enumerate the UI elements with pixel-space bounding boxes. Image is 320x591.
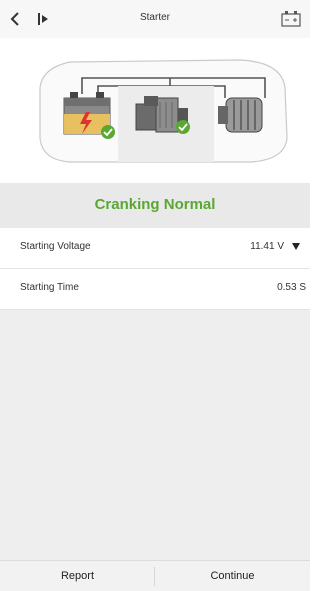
starter-check-icon: [176, 120, 190, 134]
result-value: 11.41 V: [250, 241, 284, 252]
result-value: 0.53 S: [277, 282, 306, 293]
result-label: Starting Time: [20, 282, 79, 293]
result-row-starting-time: Starting Time 0.53 S: [0, 269, 310, 310]
starter-test-screen: Starter Cranking Normal Starting Voltage…: [0, 0, 310, 591]
cranking-status-text: Cranking Normal: [94, 196, 216, 213]
footer-bar: Report Continue: [0, 560, 310, 591]
battery-button[interactable]: [280, 10, 302, 28]
continue-button[interactable]: Continue: [155, 561, 310, 591]
report-button[interactable]: Report: [0, 561, 155, 591]
status-banner: Cranking Normal: [0, 183, 310, 228]
results-list: Starting Voltage 11.41 V Starting Time 0…: [0, 228, 310, 310]
result-label: Starting Voltage: [20, 241, 91, 252]
exit-button[interactable]: [34, 9, 54, 29]
battery-icon: [281, 11, 301, 27]
chevron-left-icon: [10, 12, 19, 26]
battery-check-icon: [101, 125, 115, 139]
empty-content-area: [0, 310, 310, 560]
starter-diagram: [0, 38, 310, 183]
result-row-starting-voltage[interactable]: Starting Voltage 11.41 V: [0, 228, 310, 269]
exit-icon: [38, 13, 48, 25]
page-title: Starter: [139, 12, 170, 23]
triangle-down-icon[interactable]: [292, 243, 300, 250]
back-button[interactable]: [6, 9, 26, 29]
header-bar: Starter: [0, 0, 310, 38]
